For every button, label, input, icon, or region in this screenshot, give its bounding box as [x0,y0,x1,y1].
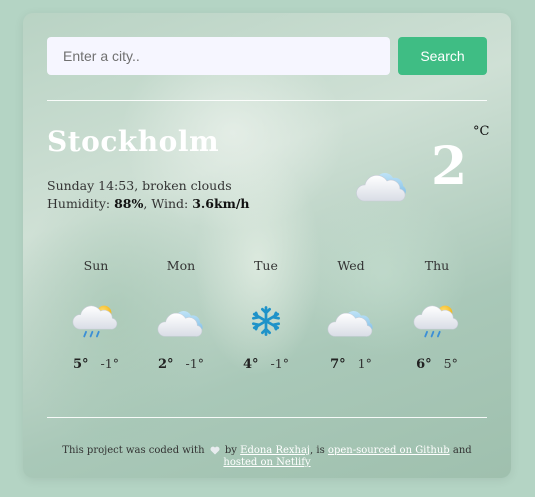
forecast-max-temp: 4° [243,357,259,372]
footer: This project was coded with by Edona Rex… [47,445,487,469]
date-description-line: Sunday 14:53, broken clouds [47,178,232,193]
current-temperature: 2 [431,136,468,197]
forecast-max-temp: 5° [73,357,89,372]
forecast-day: Tue 4° -1° [226,258,306,372]
forecast-day: Thu 6° 5° [397,258,477,372]
github-link[interactable]: open-sourced on Github [328,445,450,456]
snowflake-icon [242,302,290,340]
forecast-temps: 6° 5° [397,356,477,372]
forecast-day: Wed 7° 1° [311,258,391,372]
forecast-temps: 2° -1° [141,356,221,372]
forecast-min-temp: -1° [100,356,119,371]
forecast-max-temp: 6° [416,357,432,372]
bottom-divider [47,417,487,418]
forecast-min-temp: -1° [185,356,204,371]
forecast-row: Sun 5° -1° Mon 2° -1° Tue 4° -1° Wed 7° 1° T… [53,258,493,388]
forecast-day: Sun 5° -1° [56,258,136,372]
forecast-min-temp: -1° [270,356,289,371]
humidity-wind-line: Humidity: 88%, Wind: 3.6km/h [47,196,250,211]
wind-label: Wind: [151,196,189,211]
forecast-temps: 5° -1° [56,356,136,372]
forecast-min-temp: 1° [357,356,372,371]
forecast-min-temp: 5° [443,356,458,371]
humidity-value: 88% [114,196,144,211]
rain-sun-icon [72,302,120,340]
forecast-max-temp: 2° [158,357,174,372]
footer-and: and [452,445,472,456]
forecast-day: Mon 2° -1° [141,258,221,372]
netlify-link[interactable]: hosted on Netlify [223,457,310,468]
cloud-icon [157,302,205,340]
city-name: Stockholm [47,125,220,158]
forecast-temps: 4° -1° [226,356,306,372]
cloud-icon [356,163,408,205]
footer-text: This project was coded with [62,445,205,456]
rain-sun-icon [413,302,461,340]
weather-description: broken clouds [142,178,232,193]
footer-by: by [224,445,237,456]
city-search-input[interactable] [47,37,390,75]
forecast-max-temp: 7° [330,357,346,372]
forecast-day-name: Mon [166,258,196,273]
forecast-day-name: Wed [337,258,365,273]
temperature-unit-celsius[interactable]: °C [473,124,489,139]
forecast-temps: 7° 1° [311,356,391,372]
footer-is: , is [310,445,325,456]
author-link[interactable]: Edona Rexhaj [240,445,310,456]
search-button[interactable]: Search [398,37,487,75]
humidity-label: Humidity: [47,196,111,211]
weather-details: Sunday 14:53, broken clouds Humidity: 88… [47,177,250,213]
forecast-day-name: Thu [424,258,450,273]
forecast-day-name: Tue [254,258,278,273]
heart-icon [210,446,220,455]
cloud-icon [327,302,375,340]
forecast-day-name: Sun [83,258,109,273]
day-time: Sunday 14:53 [47,178,135,193]
wind-value: 3.6km/h [192,196,250,211]
weather-card: Search Stockholm Sunday 14:53, broken cl… [23,13,511,478]
top-divider [47,100,487,101]
